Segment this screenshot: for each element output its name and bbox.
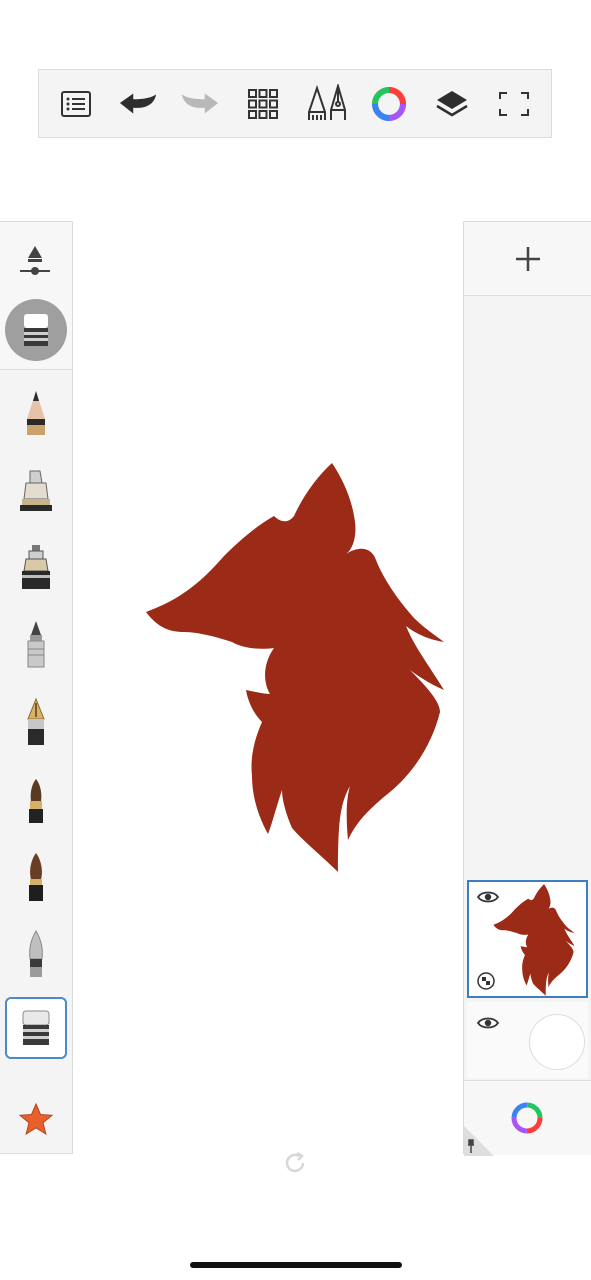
ballpoint-pen-icon[interactable]: [5, 613, 67, 675]
layers-icon[interactable]: [432, 84, 472, 124]
paintbrush-icon[interactable]: [5, 769, 67, 831]
undo-icon[interactable]: [118, 84, 158, 124]
smudge-icon[interactable]: [5, 923, 67, 985]
plus-icon: [515, 246, 540, 271]
eraser-preview-icon[interactable]: [5, 299, 67, 361]
redo-icon[interactable]: [180, 84, 220, 124]
fox-head-illustration: [146, 463, 444, 872]
layer-thumbnail: [493, 884, 575, 996]
list-menu-icon[interactable]: [56, 84, 96, 124]
fullscreen-icon[interactable]: [494, 84, 534, 124]
layers-footer: [464, 1080, 591, 1156]
rotate-canvas-icon[interactable]: [283, 1151, 307, 1175]
top-toolbar: [38, 69, 552, 138]
color-wheel-icon[interactable]: [369, 84, 409, 124]
layer-fox[interactable]: [467, 880, 588, 998]
eraser-icon[interactable]: [5, 997, 67, 1059]
marker-icon[interactable]: [5, 460, 67, 522]
color-wheel-icon[interactable]: [510, 1101, 544, 1135]
background-color-swatch[interactable]: [529, 1014, 585, 1070]
grid-icon[interactable]: [243, 84, 283, 124]
brush-panel: [0, 221, 73, 1154]
fountain-pen-icon[interactable]: [5, 691, 67, 753]
brush-library-icon[interactable]: [304, 84, 350, 124]
drawing-canvas[interactable]: [73, 221, 463, 1154]
layers-panel: [463, 221, 591, 1156]
home-indicator: [190, 1262, 402, 1268]
blend-mode-icon[interactable]: [477, 972, 495, 990]
favorites-star-icon[interactable]: [5, 1088, 67, 1150]
pencil-icon[interactable]: [5, 382, 67, 444]
layer-background[interactable]: [467, 1002, 588, 1078]
add-layer-button[interactable]: [464, 222, 591, 296]
airbrush-icon[interactable]: [5, 536, 67, 598]
brush-size-slider-icon[interactable]: [18, 244, 52, 281]
pin-icon[interactable]: [464, 1126, 494, 1156]
eye-icon[interactable]: [477, 1016, 499, 1030]
brush-properties: [0, 222, 72, 370]
ink-brush-icon[interactable]: [5, 846, 67, 908]
sketch-app-screen: [0, 0, 591, 1280]
